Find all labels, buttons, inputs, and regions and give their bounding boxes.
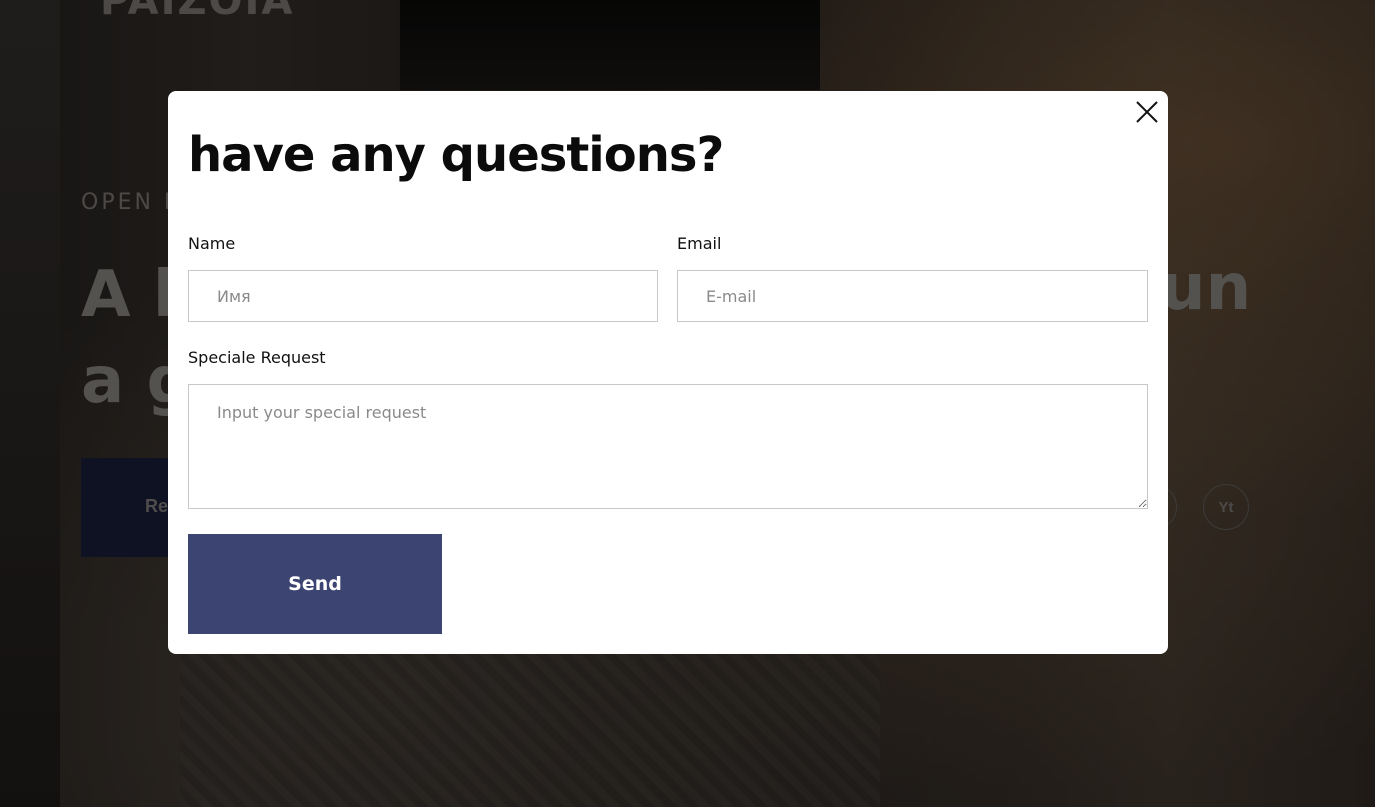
contact-modal: have any questions? Name Email Speciale … <box>168 91 1168 654</box>
name-label: Name <box>188 234 236 253</box>
special-request-textarea[interactable] <box>188 384 1148 509</box>
email-label: Email <box>677 234 722 253</box>
send-button[interactable]: Send <box>188 534 442 634</box>
special-request-label: Speciale Request <box>188 348 326 367</box>
close-button[interactable] <box>1135 100 1159 124</box>
modal-title: have any questions? <box>188 127 724 183</box>
close-icon <box>1136 101 1158 123</box>
name-input[interactable] <box>188 270 658 322</box>
email-input[interactable] <box>677 270 1148 322</box>
